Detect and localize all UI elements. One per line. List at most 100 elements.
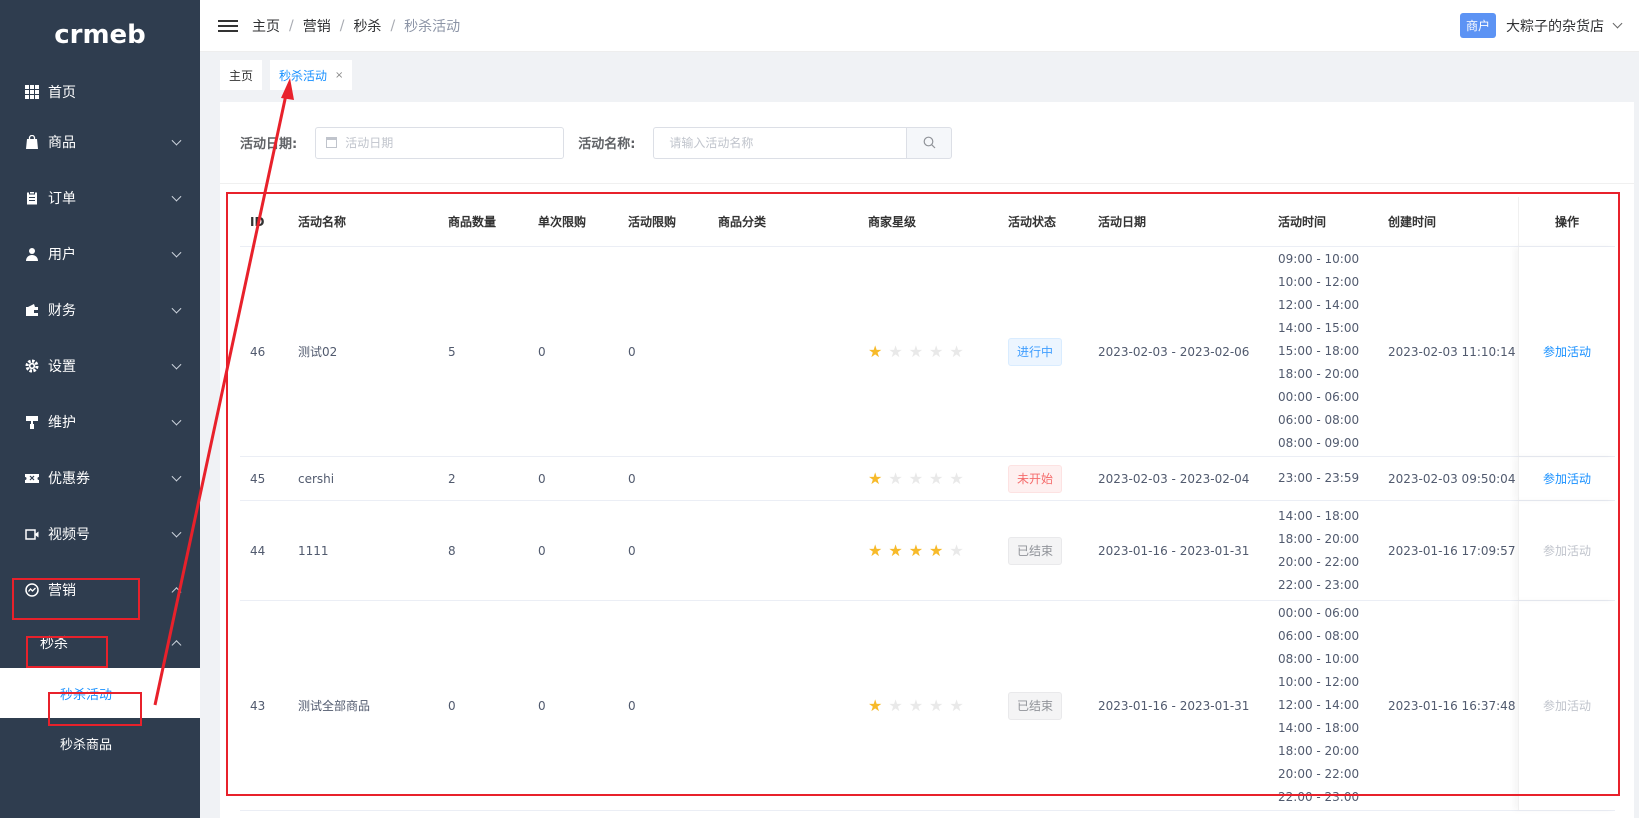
- cell-op: 参加活动: [1518, 457, 1615, 500]
- sidebar-item-7[interactable]: 优惠券: [0, 450, 200, 506]
- sidebar-item-0[interactable]: 首页: [0, 70, 200, 114]
- join-activity-link[interactable]: 参加活动: [1543, 343, 1591, 360]
- star-rating: ★ ★ ★ ★ ★: [868, 695, 998, 715]
- cell-id: 43: [250, 698, 266, 713]
- wallet-icon: [24, 302, 40, 318]
- star-icon: ★: [908, 341, 924, 361]
- cell-single: 0: [538, 344, 546, 359]
- breadcrumb-separator: /: [390, 17, 396, 34]
- search-button[interactable]: [906, 126, 953, 159]
- cell-time: 00:00 - 06:00 06:00 - 08:00 08:00 - 10:00 1…: [1268, 602, 1378, 809]
- sidebar-item-8[interactable]: 视频号: [0, 506, 200, 562]
- col-name: 活动名称: [298, 215, 347, 229]
- cell-count: 8: [448, 543, 456, 558]
- status-badge: 已结束: [1008, 536, 1063, 565]
- breadcrumb-home[interactable]: 主页: [252, 16, 280, 36]
- submenu-seckill[interactable]: 秒杀: [0, 618, 200, 668]
- cell-stars: ★ ★ ★ ★ ★: [858, 468, 998, 488]
- star-icon: ★: [929, 540, 944, 560]
- table-row: 46 测试02 5 0 0 ★ ★ ★ ★ ★ 进行中 2023-02-03 - 2023-02-06…: [240, 247, 1615, 457]
- cell-single: 0: [538, 543, 546, 558]
- star-icon: ★: [949, 540, 964, 560]
- join-activity-link[interactable]: 参加活动: [1543, 542, 1591, 559]
- sidebar-item-label: 设置: [48, 359, 76, 375]
- calendar-icon: [326, 137, 338, 148]
- table-row: 44 1111 8 0 0 ★ ★ ★ ★ ★ 已结束 2023-01-16 - 2023-01-31…: [240, 501, 1615, 601]
- sidebar-item-2[interactable]: 订单: [0, 170, 200, 226]
- cell-created: 2023-02-03 11:10:14: [1388, 344, 1516, 359]
- sidebar-item-label: 商品: [48, 135, 76, 151]
- chevron-up-icon: [171, 640, 182, 651]
- bag-icon: [24, 134, 40, 150]
- star-icon: ★: [908, 468, 924, 488]
- time-slot: 18:00 - 20:00: [1278, 744, 1360, 758]
- breadcrumb-seckill[interactable]: 秒杀: [353, 16, 381, 36]
- col-status: 活动状态: [1008, 215, 1057, 229]
- cell-stars: ★ ★ ★ ★ ★: [858, 540, 998, 560]
- cell-name: 测试全部商品: [298, 699, 371, 713]
- sidebar-item-label: 优惠券: [48, 471, 90, 487]
- cell-created: 2023-01-16 17:09:57: [1388, 543, 1516, 558]
- sidebar-item-5[interactable]: 设置: [0, 338, 200, 394]
- cell-stars: ★ ★ ★ ★ ★: [858, 695, 998, 715]
- cell-time: 23:00 - 23:59: [1268, 467, 1378, 490]
- cell-single: 0: [538, 698, 546, 713]
- star-icon: ★: [888, 341, 903, 361]
- close-icon[interactable]: ×: [335, 70, 343, 81]
- tag-home[interactable]: 主页: [220, 60, 263, 90]
- table-row: 43 测试全部商品 0 0 0 ★ ★ ★ ★ ★ 已结束 2023-01-16 - 2023-01-…: [240, 601, 1615, 811]
- col-limit: 活动限购: [628, 215, 677, 229]
- cell-op: 参加活动: [1518, 247, 1615, 456]
- chevron-down-icon: [171, 303, 182, 314]
- sidebar-item-6[interactable]: 维护: [0, 394, 200, 450]
- join-activity-link[interactable]: 参加活动: [1543, 697, 1591, 714]
- sidebar-leaf-seckill-products[interactable]: 秒杀商品: [0, 718, 200, 768]
- cell-status: 进行中: [998, 337, 1088, 366]
- sidebar-item-label: 订单: [48, 191, 76, 207]
- activity-name-input[interactable]: 请输入活动名称: [653, 126, 907, 159]
- sidebar: crmeb 首页 商品 订单 用户 财务 设置 维护 优惠券 视频号 营销 秒杀 秒杀活动 秒杀商…: [0, 0, 200, 818]
- time-slot: 08:00 - 10:00: [1278, 652, 1360, 666]
- cell-created: 2023-02-03 09:50:04: [1388, 471, 1516, 486]
- store-name[interactable]: 大粽子的杂货店: [1506, 16, 1604, 36]
- breadcrumb: 主页 / 营销 / 秒杀 / 秒杀活动: [252, 16, 460, 36]
- time-slot: 15:00 - 18:00: [1278, 344, 1360, 358]
- breadcrumb-marketing[interactable]: 营销: [303, 16, 331, 36]
- sidebar-leaf-seckill-activity[interactable]: 秒杀活动: [0, 668, 200, 718]
- user-menu[interactable]: 商户 大粽子的杂货店: [1459, 13, 1623, 38]
- time-slot: 06:00 - 08:00: [1278, 629, 1360, 643]
- col-time: 活动时间: [1278, 215, 1327, 229]
- star-icon: ★: [908, 695, 924, 715]
- cell-count: 0: [448, 698, 456, 713]
- chevron-up-icon: [171, 587, 182, 598]
- sidebar-item-4[interactable]: 财务: [0, 282, 200, 338]
- sidebar-item-9[interactable]: 营销: [0, 562, 200, 618]
- menu-toggle-icon[interactable]: [218, 17, 238, 35]
- cell-date: 2023-01-16 - 2023-01-31: [1098, 543, 1250, 558]
- tag-seckill-activity[interactable]: 秒杀活动 ×: [270, 60, 353, 90]
- time-slot: 20:00 - 22:00: [1278, 554, 1360, 569]
- join-activity-link[interactable]: 参加活动: [1543, 470, 1591, 487]
- time-slot: 10:00 - 12:00: [1278, 275, 1360, 289]
- cell-id: 45: [250, 471, 266, 486]
- cell-date: 2023-01-16 - 2023-01-31: [1098, 698, 1250, 713]
- time-slot: 08:00 - 09:00: [1278, 436, 1360, 450]
- chevron-down-icon[interactable]: [1612, 18, 1623, 29]
- cell-status: 未开始: [998, 464, 1088, 493]
- sidebar-item-label: 维护: [48, 415, 76, 431]
- time-slot: 14:00 - 18:00: [1278, 508, 1360, 523]
- star-rating: ★ ★ ★ ★ ★: [868, 468, 998, 488]
- merchant-badge: 商户: [1459, 13, 1496, 38]
- star-icon: ★: [908, 540, 924, 560]
- sidebar-item-3[interactable]: 用户: [0, 226, 200, 282]
- gear-icon: [24, 358, 40, 374]
- col-count: 商品数量: [448, 215, 497, 229]
- cell-date: 2023-02-03 - 2023-02-06: [1098, 344, 1250, 359]
- cell-count: 5: [448, 344, 456, 359]
- date-range-picker[interactable]: 活动日期: [315, 126, 565, 159]
- star-icon: ★: [949, 468, 964, 488]
- sidebar-item-label: 用户: [48, 247, 76, 263]
- time-slot: 22:00 - 23:00: [1278, 790, 1360, 804]
- sidebar-item-1[interactable]: 商品: [0, 114, 200, 170]
- time-slot: 00:00 - 06:00: [1278, 606, 1360, 620]
